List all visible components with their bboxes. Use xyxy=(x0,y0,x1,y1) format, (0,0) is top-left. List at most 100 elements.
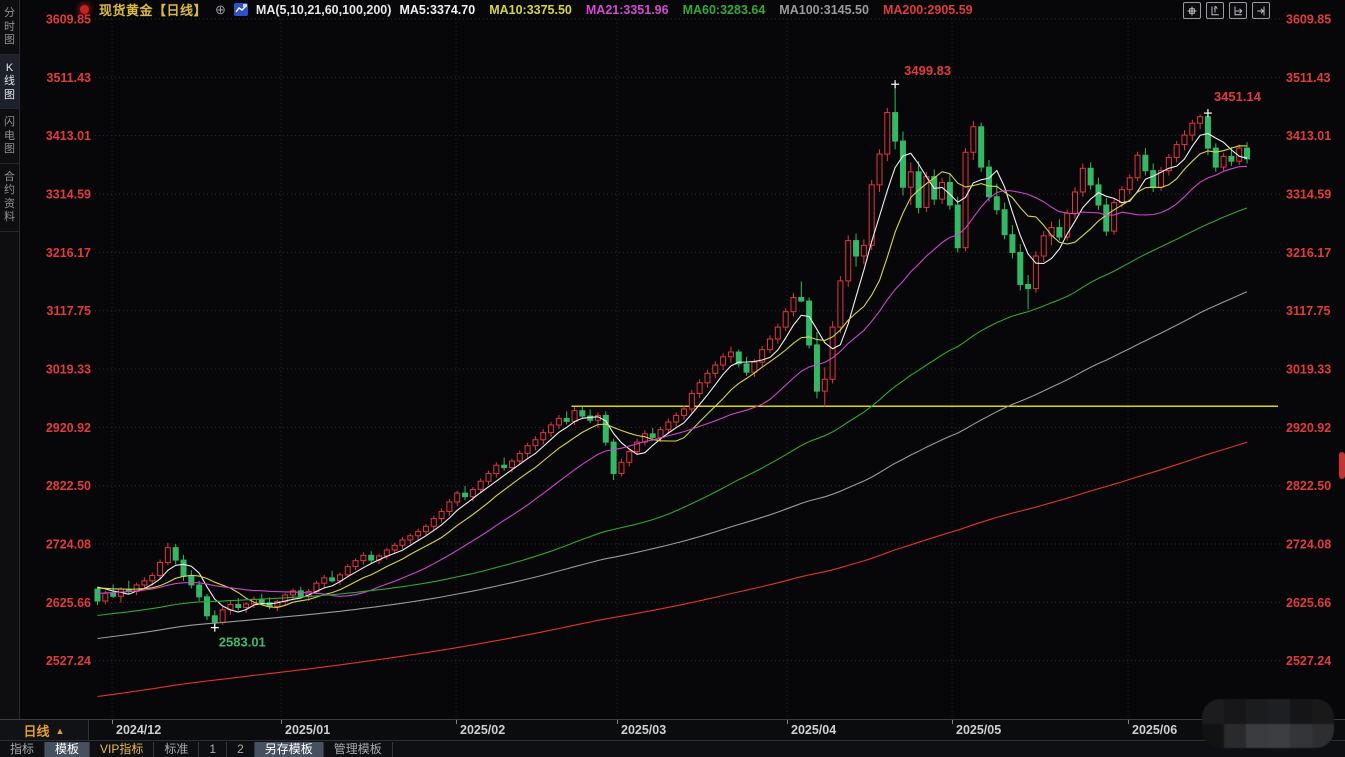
interval-selector-button[interactable]: 日线 ▲ xyxy=(0,720,89,741)
candle-body xyxy=(728,352,733,357)
bottom-tab[interactable]: 标准 xyxy=(154,742,199,757)
candle-body xyxy=(212,616,217,623)
candle-body xyxy=(775,327,780,339)
candle-body xyxy=(478,481,483,489)
candle-body xyxy=(955,205,960,248)
y-axis-label-right: 3413.01 xyxy=(1286,129,1331,143)
candle-body xyxy=(470,490,475,497)
candle-body xyxy=(994,197,999,210)
candle-body xyxy=(838,281,843,327)
candle-body xyxy=(713,365,718,373)
mini-chart-icon[interactable] xyxy=(234,3,248,16)
ma-settings-label: MA(5,10,21,60,100,200) xyxy=(256,3,392,17)
month-tick xyxy=(617,720,618,724)
ma-value: MA100:3145.50 xyxy=(779,3,869,17)
month-tick xyxy=(952,720,953,724)
candle-body xyxy=(384,550,389,556)
candle-body xyxy=(580,411,585,416)
candle-body xyxy=(204,597,209,616)
candle-body xyxy=(1174,145,1179,158)
candle-body xyxy=(463,493,468,497)
candle-body xyxy=(423,526,428,531)
mosaic-cell xyxy=(1290,699,1312,724)
candle-body xyxy=(541,433,546,440)
candle-body xyxy=(689,394,694,409)
y-axis-label-left: 3413.01 xyxy=(46,129,91,143)
candlestick-chart[interactable]: 3609.853609.853511.433511.433413.013413.… xyxy=(0,0,1345,757)
candle-body xyxy=(1088,168,1093,185)
ma-value: MA200:2905.59 xyxy=(883,3,973,17)
candle-body xyxy=(658,430,663,438)
candle-body xyxy=(369,555,374,560)
candle-body xyxy=(549,425,554,433)
candle-body xyxy=(298,591,303,596)
y-axis-label-right: 2822.50 xyxy=(1286,479,1331,493)
y-axis-label-left: 2724.08 xyxy=(46,538,91,552)
candle-body xyxy=(877,154,882,185)
bottom-tab[interactable]: 模板 xyxy=(45,742,90,757)
bottom-tab[interactable]: 管理模板 xyxy=(324,742,393,757)
ma-line-100 xyxy=(98,292,1248,639)
candle-body xyxy=(455,493,460,502)
candle-body xyxy=(259,599,264,603)
candle-body xyxy=(1205,117,1210,148)
link-toggle-icon[interactable]: ⊕ xyxy=(215,2,226,18)
candle-body xyxy=(611,442,616,473)
mosaic-cell xyxy=(1224,724,1246,749)
ma-line-200 xyxy=(98,442,1248,696)
sidebar-tab-3[interactable]: 闪电图 xyxy=(0,109,19,164)
candle-body xyxy=(627,452,632,463)
bottom-tab[interactable]: 指标 xyxy=(0,742,45,757)
candle-body xyxy=(1143,155,1148,170)
candle-body xyxy=(807,301,812,345)
bottom-tab[interactable]: 2 xyxy=(227,742,255,757)
candle-body xyxy=(721,357,726,365)
candle-body xyxy=(697,383,702,394)
template-tab-bar: 指标模板VIP指标标准12另存模板管理模板 xyxy=(0,740,1345,757)
right-scrollbar-thumb[interactable] xyxy=(1339,452,1345,479)
candle-body xyxy=(1018,252,1023,284)
month-tick xyxy=(787,720,788,724)
candle-body xyxy=(181,560,186,576)
y-axis-label-left: 2625.66 xyxy=(46,596,91,610)
candle-body xyxy=(142,581,147,585)
candle-body xyxy=(1010,235,1015,253)
candle-body xyxy=(408,536,413,540)
scale-horizontal-icon[interactable] xyxy=(1229,2,1247,19)
candle-body xyxy=(619,462,624,473)
candle-body xyxy=(1221,156,1226,167)
sidebar-tab-4[interactable]: 合约资料 xyxy=(0,164,19,232)
chart-type-sidebar: 分时图K线图闪电图合约资料 xyxy=(0,0,20,719)
mosaic-cell xyxy=(1268,724,1290,749)
candle-body xyxy=(861,245,866,256)
bottom-tab[interactable]: 1 xyxy=(199,742,227,757)
candle-body xyxy=(822,379,827,391)
candle-body xyxy=(682,409,687,416)
candle-body xyxy=(509,461,514,468)
candle-body xyxy=(322,578,327,583)
bottom-tab[interactable]: 另存模板 xyxy=(255,742,324,757)
candle-body xyxy=(416,532,421,536)
month-tick xyxy=(456,720,457,724)
y-axis-label-right: 2920.92 xyxy=(1286,421,1331,435)
candle-body xyxy=(908,172,913,187)
bottom-tab[interactable]: VIP指标 xyxy=(90,742,154,757)
candle-body xyxy=(525,446,530,454)
candle-body xyxy=(705,373,710,382)
sidebar-tab-2[interactable]: K线图 xyxy=(0,55,19,110)
fit-chart-icon[interactable] xyxy=(1183,2,1201,19)
candle-body xyxy=(940,183,945,200)
candle-body xyxy=(674,415,679,422)
scale-vertical-icon[interactable] xyxy=(1206,2,1224,19)
ma-value: MA5:3374.70 xyxy=(399,3,475,17)
symbol-title[interactable]: 现货黄金【日线】 xyxy=(99,0,207,19)
candle-body xyxy=(486,474,491,482)
ma-line-60 xyxy=(98,208,1248,616)
candle-body xyxy=(885,113,890,154)
candle-body xyxy=(986,167,991,197)
ma-value: MA60:3283.64 xyxy=(683,3,766,17)
pan-right-icon[interactable] xyxy=(1252,2,1270,19)
sidebar-tab-1[interactable]: 分时图 xyxy=(0,0,19,55)
time-axis-row: 日线 ▲ 2024/122025/012025/022025/032025/04… xyxy=(0,719,1345,740)
candle-body xyxy=(111,593,116,596)
